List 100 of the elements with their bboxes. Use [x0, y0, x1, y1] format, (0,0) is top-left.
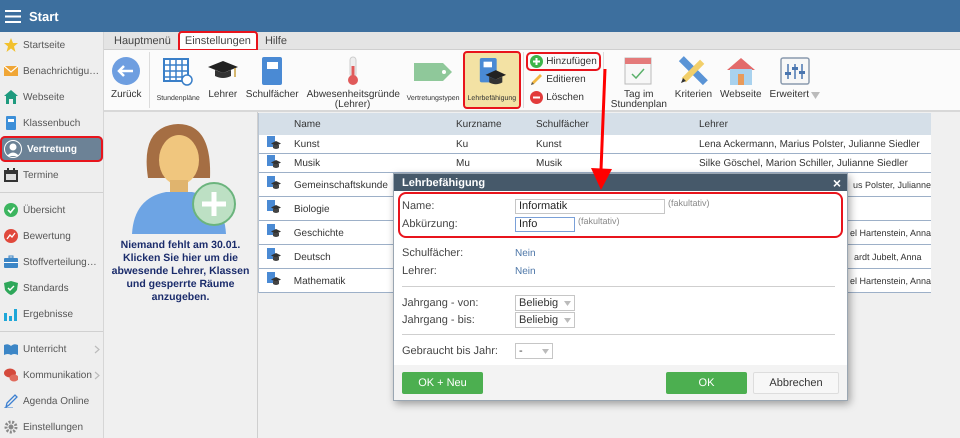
table-cell: Kunst [536, 139, 562, 150]
briefcase-icon [4, 255, 18, 269]
pen-icon [4, 394, 18, 408]
input-field[interactable]: Informatik [515, 198, 665, 214]
sidebar-item[interactable]: Startseite [0, 32, 103, 58]
book-cap-icon [267, 224, 281, 238]
table-cell: Silke Göschel, Marion Schiller, Julianne Siedler [699, 158, 908, 169]
field-value[interactable]: Nein [515, 266, 536, 277]
caret-icon [564, 300, 572, 306]
field-label: Lehrer: [402, 265, 438, 278]
sidebar-item[interactable]: Stoffverteilung… [0, 249, 103, 275]
toolbar-button[interactable]: Löschen [527, 89, 600, 106]
table-cell: Deutsch [294, 252, 331, 262]
check-circle-icon [4, 203, 18, 217]
book-cap-icon [267, 248, 281, 262]
sidebar-item[interactable]: Standards [0, 275, 103, 301]
field-label: Abkürzung: [402, 218, 459, 230]
sidebar-item[interactable]: Kommunikation [0, 362, 103, 388]
open-book-icon [4, 342, 18, 356]
sidebar-item[interactable]: Webseite [0, 84, 103, 110]
sidebar-item[interactable]: Übersicht [0, 197, 103, 223]
minus-circle-icon [530, 91, 544, 104]
chart-circle-icon [4, 229, 18, 243]
dropdown[interactable]: - [515, 343, 553, 360]
calendar-check-icon [624, 56, 654, 86]
field-hint: (fakultativ) [578, 216, 620, 226]
bar-chart-icon [4, 307, 18, 321]
sidebar-item[interactable]: Vertretung [0, 136, 103, 162]
toolbar-button[interactable]: Editieren [527, 71, 600, 88]
toolbar-button[interactable]: Tag im Stundenplan [606, 52, 671, 108]
table-cell: Musik [536, 158, 562, 169]
sidebar-item[interactable]: Unterricht [0, 336, 103, 362]
field-label: Gebraucht bis Jahr: [402, 345, 499, 358]
book-cap-icon [267, 136, 281, 150]
sidebar-item[interactable]: Bewertung [0, 223, 103, 249]
tab[interactable]: Hauptmenü [108, 32, 177, 50]
toolbar-button[interactable]: Lehrer [204, 52, 242, 108]
field-label: Name: [402, 200, 436, 212]
field-value[interactable]: Nein [515, 248, 536, 259]
shield-icon [4, 281, 18, 295]
caret-icon [811, 92, 820, 98]
calendar-icon [4, 168, 18, 182]
table-cell: Mathematik [294, 276, 346, 286]
field-label: Jahrgang - bis: [402, 314, 476, 326]
tab[interactable]: Hilfe [258, 32, 293, 50]
sidebar-item[interactable]: Benachrichtigu… [0, 58, 103, 84]
envelope-icon [4, 64, 18, 78]
sidebar-item[interactable]: Klassenbuch [0, 110, 103, 136]
dropdown[interactable]: Beliebig [515, 295, 576, 312]
table-cell: el Hartenstein, Anna [850, 276, 931, 286]
book-cap-icon [267, 154, 281, 168]
sidebar-item[interactable]: Ergebnisse [0, 301, 103, 327]
toolbar-button[interactable]: Erweitert [766, 52, 824, 108]
column-header[interactable]: Lehrer [699, 118, 931, 130]
table-cell: ardt Jubelt, Anna [854, 252, 922, 262]
sidebar-item[interactable]: Termine [0, 162, 103, 188]
cancel-button[interactable]: Abbrechen [753, 372, 839, 394]
chat-icon [4, 368, 18, 382]
menu-icon [5, 10, 21, 22]
absence-panel[interactable]: Niemand fehlt am 30.01. Klicken Sie hier um die abwesende Lehrer, Klassen und gesperrte Räume anzugeben. [104, 112, 258, 438]
table-clock-icon [163, 57, 194, 87]
table-cell: el Hartenstein, Anna [850, 228, 931, 238]
table-cell: Lena Ackermann, Marius Polster, Julianne Siedler [699, 139, 920, 150]
table-cell: Musik [294, 158, 320, 169]
close-button[interactable]: × [832, 176, 841, 190]
star-icon [4, 38, 18, 52]
toolbar-button[interactable]: Schulfächer [242, 52, 303, 108]
book-cap-icon [267, 176, 281, 190]
input-field[interactable]: Info [515, 216, 575, 232]
caret-icon [542, 348, 549, 354]
sliders-icon [780, 56, 810, 86]
table-row[interactable]: Kunst Ku Kunst Lena Ackermann, Marius Polster, Julianne Siedler [259, 135, 931, 154]
sidebar-item[interactable]: Agenda Online [0, 388, 103, 414]
plus-circle-icon [530, 55, 544, 68]
column-header[interactable]: Name [294, 118, 456, 130]
column-header[interactable]: Kurzname [456, 118, 536, 130]
dropdown[interactable]: Beliebig [515, 312, 576, 328]
field-label: Jahrgang - von: [402, 297, 480, 310]
book-icon [260, 56, 284, 86]
house-icon [4, 90, 18, 104]
toolbar-button[interactable]: Zurück [107, 52, 146, 108]
app-title: Start [29, 8, 59, 24]
toolbar-button[interactable]: Abwesenheitsgründe (Lehrer) [302, 52, 403, 108]
column-header[interactable]: Schulfächer [536, 118, 699, 130]
toolbar-button[interactable]: Hinzufügen [527, 53, 600, 70]
dialog-title: Lehrbefähigung [402, 176, 486, 189]
gear-icon [4, 420, 18, 434]
thermometer-icon [346, 56, 360, 86]
pencil-icon [530, 73, 544, 86]
table-cell: us Polster, Julianne [852, 180, 932, 190]
table-cell: Ku [456, 139, 468, 150]
caret-icon [564, 318, 572, 323]
sidebar-item[interactable]: Einstellungen [0, 414, 103, 438]
table-cell: Geschichte [294, 228, 344, 238]
tab[interactable]: Einstellungen [178, 32, 257, 50]
toolbar-button[interactable]: Kriterien [670, 52, 716, 108]
table-cell: Biologie [294, 204, 330, 214]
field-hint: (fakultativ) [668, 198, 710, 208]
table-cell: Mu [456, 158, 470, 169]
toolbar-button[interactable]: Webseite [716, 52, 766, 108]
